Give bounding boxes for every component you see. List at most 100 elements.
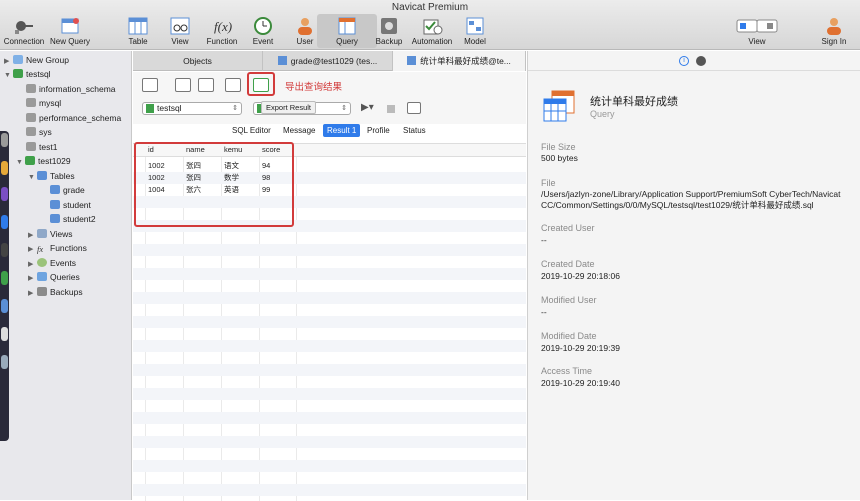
dock-app-icon[interactable] <box>1 133 8 147</box>
sidebar-item-connection[interactable]: ▼ testsql <box>4 67 51 81</box>
function-icon: fx <box>37 244 44 254</box>
info-icon[interactable]: i <box>679 56 689 66</box>
disclosure-icon: ▶ <box>28 246 34 253</box>
disclosure-icon: ▼ <box>28 174 35 181</box>
created-date-label: Created Date <box>541 259 595 269</box>
empty-row <box>133 412 526 424</box>
sign-in-button[interactable]: Sign In <box>804 14 860 48</box>
dock-app-icon[interactable] <box>1 299 8 313</box>
table-icon <box>277 56 287 65</box>
tab-bar: Objects grade@test1029 (tes... 统计单科最好成绩@… <box>133 51 526 71</box>
sidebar-item-open-database[interactable]: ▼ test1029 <box>16 154 71 168</box>
connection-icon <box>15 21 33 34</box>
folder-icon <box>13 55 23 64</box>
tab-query[interactable]: 统计单科最好成绩@te... <box>393 51 526 71</box>
panel-layout-icon <box>736 19 778 33</box>
result-subtabs: SQL Editor Message Result 1 Profile Stat… <box>133 124 526 138</box>
query-builder-icon[interactable] <box>175 78 191 92</box>
code-snippet-icon[interactable] <box>225 78 241 92</box>
created-user-label: Created User <box>541 223 595 233</box>
created-user-value: -- <box>541 235 547 245</box>
sidebar-item-database[interactable]: mysql <box>26 96 61 110</box>
object-type: Query <box>590 109 615 119</box>
sidebar-item-database[interactable]: test1 <box>26 140 57 154</box>
created-date-value: 2019-10-29 20:18:06 <box>541 271 620 281</box>
sidebar-item-events[interactable]: ▶ Events <box>28 256 76 270</box>
backup-icon <box>37 287 47 296</box>
preview-icon[interactable] <box>696 56 706 66</box>
empty-row <box>133 484 526 496</box>
event-icon <box>37 258 47 267</box>
query-large-icon <box>543 90 575 122</box>
disclosure-icon: ▼ <box>4 72 11 79</box>
tab-objects[interactable]: Objects <box>133 51 263 71</box>
tab-sql-editor[interactable]: SQL Editor <box>228 124 275 137</box>
sidebar-item-table[interactable]: grade <box>50 183 85 197</box>
sidebar-item-database[interactable]: performance_schema <box>26 111 121 125</box>
sidebar-item-database[interactable]: information_schema <box>26 82 116 96</box>
tables-icon <box>37 171 47 180</box>
new-query-button[interactable]: New Query <box>40 14 100 48</box>
chevron-updown-icon: ⇕ <box>232 105 238 112</box>
tab-profile[interactable]: Profile <box>363 124 394 137</box>
title-bar: Navicat Premium Connection New Query Tab… <box>0 0 860 50</box>
disclosure-icon: ▶ <box>28 275 34 282</box>
sidebar-item-views[interactable]: ▶ Views <box>28 227 73 241</box>
model-button[interactable]: Model <box>445 14 505 48</box>
empty-row <box>133 316 526 328</box>
export-annotation: 导出查询结果 <box>285 82 343 93</box>
access-time-label: Access Time <box>541 366 593 376</box>
views-icon <box>37 229 47 238</box>
tab-grade[interactable]: grade@test1029 (tes... <box>263 51 393 71</box>
connection-icon <box>13 69 23 78</box>
dock-app-icon[interactable] <box>1 271 8 285</box>
tab-status[interactable]: Status <box>399 124 430 137</box>
sidebar-item-tables[interactable]: ▼ Tables <box>28 169 75 183</box>
database-icon <box>26 127 36 136</box>
object-name: 统计单科最好成绩 <box>590 96 678 108</box>
connection-select[interactable]: testsql ⇕ <box>142 102 242 115</box>
sidebar-item-backups[interactable]: ▶ Backups <box>28 285 83 299</box>
run-icon[interactable]: ▶▾ <box>361 102 374 113</box>
dock-app-icon[interactable] <box>1 243 8 257</box>
new-query-icon <box>61 18 79 34</box>
dock-app-icon[interactable] <box>1 215 8 229</box>
tab-message[interactable]: Message <box>279 124 319 137</box>
empty-row <box>133 292 526 304</box>
modified-user-value: -- <box>541 307 547 317</box>
database-icon <box>26 113 36 122</box>
sidebar-item-functions[interactable]: ▶ fx Functions <box>28 241 87 255</box>
sidebar-item-new-group[interactable]: ▶ New Group <box>4 53 69 67</box>
empty-row <box>133 460 526 472</box>
explain-icon[interactable] <box>407 102 421 114</box>
dock-app-icon[interactable] <box>1 187 8 201</box>
access-time-value: 2019-10-29 20:19:40 <box>541 378 620 388</box>
model-icon <box>466 17 484 35</box>
dock-app-icon[interactable] <box>1 327 8 341</box>
sidebar-item-table[interactable]: student2 <box>50 212 96 226</box>
sidebar-item-queries[interactable]: ▶ Queries <box>28 270 80 284</box>
query-editor-toolbar: 导出查询结果 testsql ⇕ ⇕ Export Result ▶▾ <box>133 72 526 124</box>
beautify-sql-icon[interactable] <box>198 78 214 92</box>
dock-app-icon[interactable] <box>1 355 8 369</box>
modified-date-value: 2019-10-29 20:19:39 <box>541 343 620 353</box>
stop-icon[interactable] <box>387 105 395 113</box>
query-icon <box>407 56 417 65</box>
database-icon <box>26 98 36 107</box>
info-panel-header: i <box>528 51 860 71</box>
query-icon <box>338 17 356 35</box>
database-icon <box>26 142 36 151</box>
empty-row <box>133 364 526 376</box>
save-icon[interactable] <box>142 78 158 92</box>
window-title: Navicat Premium <box>391 2 469 13</box>
modified-date-label: Modified Date <box>541 331 597 341</box>
sidebar-item-table[interactable]: student <box>50 198 91 212</box>
disclosure-icon: ▼ <box>16 159 23 166</box>
connection-sidebar: ▶ New Group ▼ testsql information_schema m… <box>0 51 132 500</box>
result-highlight-box <box>134 142 294 227</box>
view-toggle-button[interactable]: View <box>727 14 787 48</box>
sidebar-item-database[interactable]: sys <box>26 125 52 139</box>
tab-result-1[interactable]: Result 1 <box>323 124 361 137</box>
empty-row <box>133 340 526 352</box>
dock-app-icon[interactable] <box>1 161 8 175</box>
